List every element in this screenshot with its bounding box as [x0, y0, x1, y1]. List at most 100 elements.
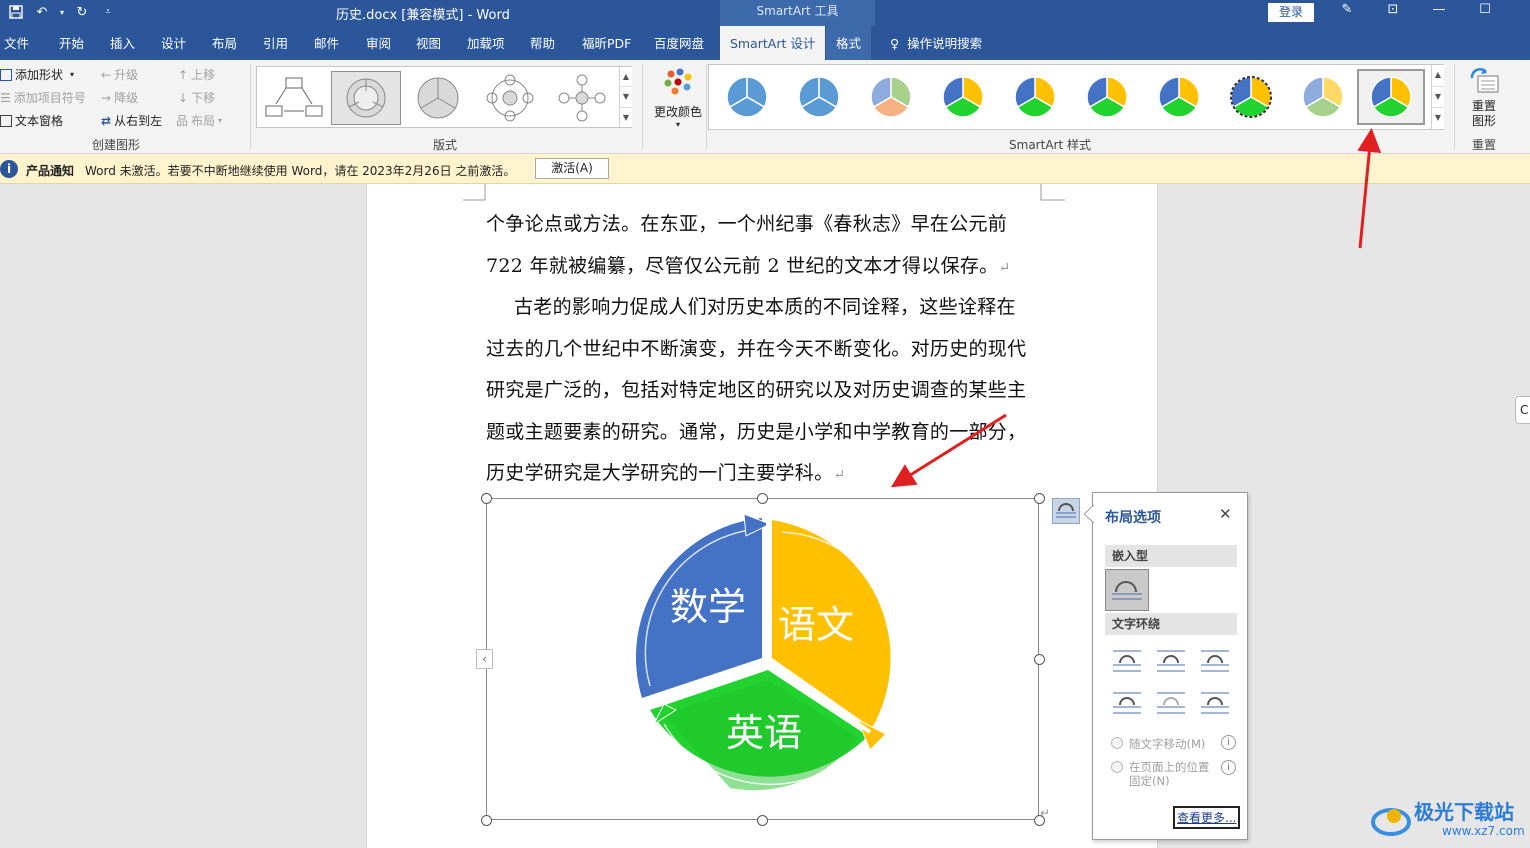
smartart-cycle-graphic[interactable]: 数学 语文 英语	[620, 510, 920, 810]
layout-thumb-cycle-selected[interactable]	[331, 71, 401, 125]
smartart-style-thumb[interactable]	[1001, 69, 1069, 125]
tab-file[interactable]: 文件	[4, 26, 29, 60]
smartart-styles-gallery: ▲ ▼ ▼	[708, 64, 1444, 130]
smartart-style-thumb[interactable]	[1073, 69, 1141, 125]
tab-layout[interactable]: 布局	[212, 26, 237, 60]
smartart-label-chinese[interactable]: 语文	[778, 603, 854, 647]
customize-qat-icon[interactable]: ⩡	[98, 2, 118, 22]
scroll-down-icon[interactable]: ▼	[1432, 87, 1444, 109]
layout-thumb-cluster[interactable]	[547, 71, 617, 125]
move-with-text-option[interactable]: 随文字移动(M)	[1111, 736, 1205, 752]
text-pane-button[interactable]: 文本窗格	[0, 112, 63, 129]
wrap-option[interactable]	[1199, 647, 1231, 675]
layout-options-title: 布局选项	[1105, 510, 1161, 526]
wrap-option[interactable]	[1199, 689, 1231, 717]
pen-icon[interactable]: ✎	[1336, 2, 1358, 22]
tab-home[interactable]: 开始	[59, 26, 84, 60]
wrap-option[interactable]	[1111, 689, 1143, 717]
move-down-button[interactable]: ↓ 下移	[178, 89, 215, 106]
smartart-label-english[interactable]: 英语	[726, 711, 802, 755]
tab-view[interactable]: 视图	[416, 26, 441, 60]
undo-icon[interactable]: ↶	[32, 2, 52, 22]
smartart-label-math[interactable]: 数学	[670, 585, 746, 629]
document-text-line[interactable]: 个争论点或方法。在东亚，一个州纪事《春秋志》早在公元前	[486, 209, 1046, 236]
see-more-link[interactable]: 查看更多...	[1173, 806, 1241, 829]
resize-handle[interactable]	[757, 815, 768, 826]
fix-position-option[interactable]: 在页面上的位置 固定(N)	[1111, 760, 1210, 788]
demote-label: 降级	[114, 91, 139, 105]
login-button[interactable]: 登录	[1268, 3, 1314, 22]
wrap-inline-icon	[1112, 581, 1142, 600]
layout-thumb-pie[interactable]	[403, 71, 473, 125]
tab-smartart-design[interactable]: SmartArt 设计	[720, 26, 826, 60]
wrap-option[interactable]	[1155, 647, 1187, 675]
scroll-up-icon[interactable]: ▲	[1432, 65, 1444, 87]
side-panel-tab[interactable]: C	[1515, 396, 1530, 424]
smartart-style-thumb[interactable]	[929, 69, 997, 125]
dropdown-icon[interactable]: ▾	[58, 2, 66, 22]
layout-thumb-process[interactable]	[259, 71, 329, 125]
tab-format[interactable]: 格式	[826, 26, 872, 60]
layout-thumb-radial[interactable]	[475, 71, 545, 125]
more-icon[interactable]: ▼	[620, 108, 632, 127]
smartart-style-thumb[interactable]	[785, 69, 853, 125]
redo-icon[interactable]: ↻	[72, 2, 92, 22]
change-colors-button[interactable]: 更改颜色 ▾	[652, 68, 704, 136]
resize-handle[interactable]	[1034, 654, 1045, 665]
more-icon[interactable]: ▼	[1432, 108, 1444, 129]
fix-position-label: 在页面上的位置	[1129, 760, 1210, 774]
scroll-up-icon[interactable]: ▲	[620, 67, 632, 88]
smartart-style-thumb[interactable]	[713, 69, 781, 125]
close-icon[interactable]: ✕	[1219, 505, 1232, 523]
wrap-option[interactable]	[1111, 647, 1143, 675]
scroll-down-icon[interactable]: ▼	[620, 87, 632, 108]
tell-me-search[interactable]: ♀ 操作说明搜索	[890, 26, 982, 60]
layouts-gallery-scroll[interactable]: ▲ ▼ ▼	[619, 67, 632, 127]
add-bullet-button[interactable]: ☰ 添加项目符号	[0, 89, 86, 106]
move-up-button[interactable]: ↑ 上移	[178, 66, 215, 83]
document-text-line[interactable]: 古老的影响力促成人们对历史本质的不同诠释，这些诠释在	[514, 292, 1074, 319]
right-to-left-button[interactable]: ⇄ 从右到左	[101, 112, 162, 129]
smartart-style-thumb[interactable]	[1217, 69, 1285, 125]
tab-help[interactable]: 帮助	[530, 26, 555, 60]
resize-handle[interactable]	[481, 815, 492, 826]
tab-foxit-pdf[interactable]: 福昕PDF	[582, 26, 631, 60]
tab-insert[interactable]: 插入	[110, 26, 135, 60]
wrap-option[interactable]	[1155, 689, 1187, 717]
wrap-inline-option[interactable]	[1105, 569, 1149, 611]
smartart-style-thumb[interactable]	[1289, 69, 1357, 125]
document-text-line[interactable]: 过去的几个世纪中不断演变，并在今天不断变化。对历史的现代	[486, 334, 1046, 361]
activate-button[interactable]: 激活(A)	[535, 158, 609, 179]
reset-graphic-button[interactable]: 重置图形	[1462, 66, 1506, 130]
save-icon[interactable]	[6, 2, 26, 22]
promote-button[interactable]: ← 升级	[101, 66, 138, 83]
text-pane-toggle[interactable]: ‹	[476, 649, 493, 669]
resize-handle[interactable]	[1034, 493, 1045, 504]
tab-design[interactable]: 设计	[161, 26, 186, 60]
layout-options-button[interactable]	[1052, 498, 1080, 524]
add-shape-button[interactable]: 添加形状 ▾	[0, 66, 74, 83]
document-text-line[interactable]: 历史学研究是大学研究的一门主要学科。↵	[486, 458, 1046, 485]
minimize-icon[interactable]: —	[1428, 2, 1450, 22]
product-notification-bar: i 产品通知 Word 未激活。若要不中断地继续使用 Word，请在 2023年…	[0, 154, 1530, 184]
ribbon-display-icon[interactable]: ⊡	[1382, 2, 1404, 22]
smartart-style-thumb[interactable]	[857, 69, 925, 125]
info-icon[interactable]: i	[1221, 760, 1236, 775]
tab-review[interactable]: 审阅	[366, 26, 391, 60]
tab-mailings[interactable]: 邮件	[314, 26, 339, 60]
resize-handle[interactable]	[757, 493, 768, 504]
styles-gallery-scroll[interactable]: ▲ ▼ ▼	[1431, 65, 1444, 129]
layout-button[interactable]: 品 布局 ▾	[176, 112, 222, 129]
tab-references[interactable]: 引用	[263, 26, 288, 60]
info-icon[interactable]: i	[1221, 735, 1236, 750]
smartart-style-thumb[interactable]	[1145, 69, 1213, 125]
resize-handle[interactable]	[481, 493, 492, 504]
tab-addins[interactable]: 加载项	[467, 26, 505, 60]
document-text-line[interactable]: 研究是广泛的，包括对特定地区的研究以及对历史调查的某些主	[486, 375, 1046, 402]
document-text-line[interactable]: 722 年就被编纂，尽管仅公元前 2 世纪的文本才得以保存。↵	[486, 251, 1046, 278]
maximize-icon[interactable]: ☐	[1474, 2, 1496, 22]
document-text-line[interactable]: 题或主题要素的研究。通常，历史是小学和中学教育的一部分，	[486, 417, 1046, 444]
demote-button[interactable]: → 降级	[101, 89, 138, 106]
smartart-style-thumb-selected[interactable]	[1357, 69, 1425, 125]
tab-baidu-netdisk[interactable]: 百度网盘	[654, 26, 704, 60]
